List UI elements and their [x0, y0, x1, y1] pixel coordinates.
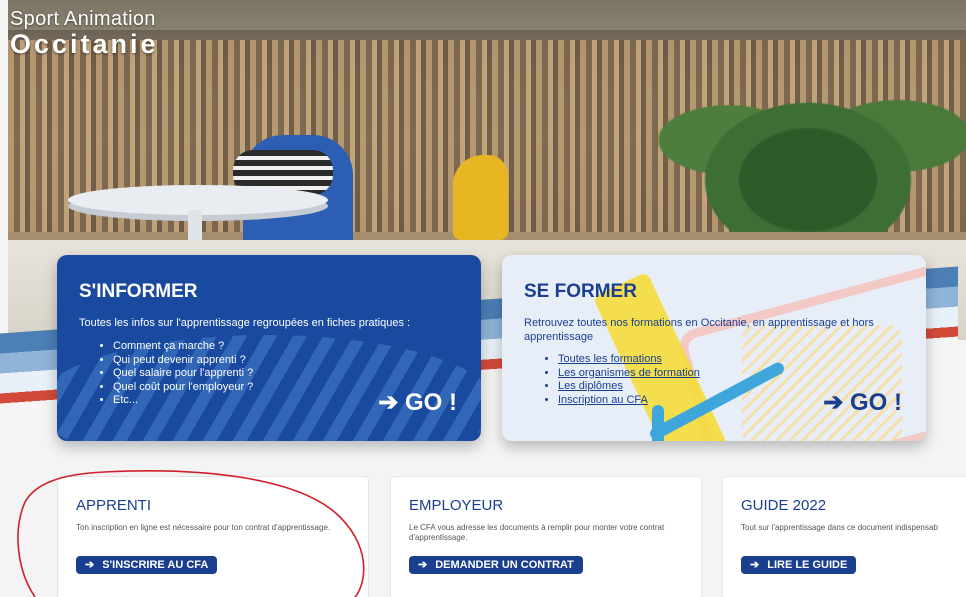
- guide-card: GUIDE 2022 Tout sur l'apprentissage dans…: [722, 476, 966, 597]
- informer-list: Comment ça marche ? Qui peut devenir app…: [101, 340, 253, 408]
- former-intro: Retrouvez toutes nos formations en Occit…: [524, 317, 874, 343]
- former-links: Toutes les formations Les organismes de …: [546, 353, 700, 407]
- button-label: LIRE LE GUIDE: [767, 559, 848, 571]
- list-item: Comment ça marche ?: [113, 340, 253, 354]
- guide-text: Tout sur l'apprentissage dans ce documen…: [741, 523, 938, 532]
- link-toutes-formations[interactable]: Toutes les formations: [558, 353, 662, 365]
- informer-title: S'INFORMER: [79, 281, 198, 302]
- informer-go-link[interactable]: ➔ GO !: [378, 388, 457, 417]
- list-item: Qui peut devenir apprenti ?: [113, 354, 253, 368]
- employeur-text: Le CFA vous adresse les documents à remp…: [409, 523, 665, 542]
- list-item: Quel coût pour l'employeur ?: [113, 381, 253, 395]
- site-logo[interactable]: Sport Animation Occitanie: [10, 8, 159, 58]
- link-organismes[interactable]: Les organismes de formation: [558, 367, 700, 379]
- former-go-link[interactable]: ➔ GO !: [823, 388, 902, 417]
- link-diplomes[interactable]: Les diplômes: [558, 380, 623, 392]
- informer-card[interactable]: S'INFORMER Toutes les infos sur l'appren…: [57, 255, 481, 441]
- guide-title: GUIDE 2022: [741, 497, 827, 514]
- blue-arrow-stem-decoration: [652, 405, 664, 441]
- list-item: Etc...: [113, 394, 253, 408]
- arrow-right-icon: ➔: [418, 559, 428, 571]
- lire-guide-button[interactable]: ➔ LIRE LE GUIDE: [741, 556, 857, 574]
- arrow-right-icon: ➔: [750, 559, 760, 571]
- demander-contrat-button[interactable]: ➔ DEMANDER UN CONTRAT: [409, 556, 583, 574]
- logo-line-1: Sport Animation: [10, 8, 156, 30]
- former-title: SE FORMER: [524, 281, 637, 302]
- annotation-circle: [17, 470, 365, 597]
- informer-intro: Toutes les infos sur l'apprentissage reg…: [79, 317, 411, 329]
- employeur-card: EMPLOYEUR Le CFA vous adresse les docume…: [390, 476, 702, 597]
- logo-line-2: Occitanie: [10, 29, 159, 59]
- former-card[interactable]: SE FORMER Retrouvez toutes nos formation…: [502, 255, 926, 441]
- employeur-title: EMPLOYEUR: [409, 497, 504, 514]
- page: Sport Animation Occitanie S'INFORMER Tou…: [0, 0, 966, 597]
- link-inscription-cfa[interactable]: Inscription au CFA: [558, 394, 648, 406]
- button-label: DEMANDER UN CONTRAT: [435, 559, 574, 571]
- list-item: Quel salaire pour l'apprenti ?: [113, 367, 253, 381]
